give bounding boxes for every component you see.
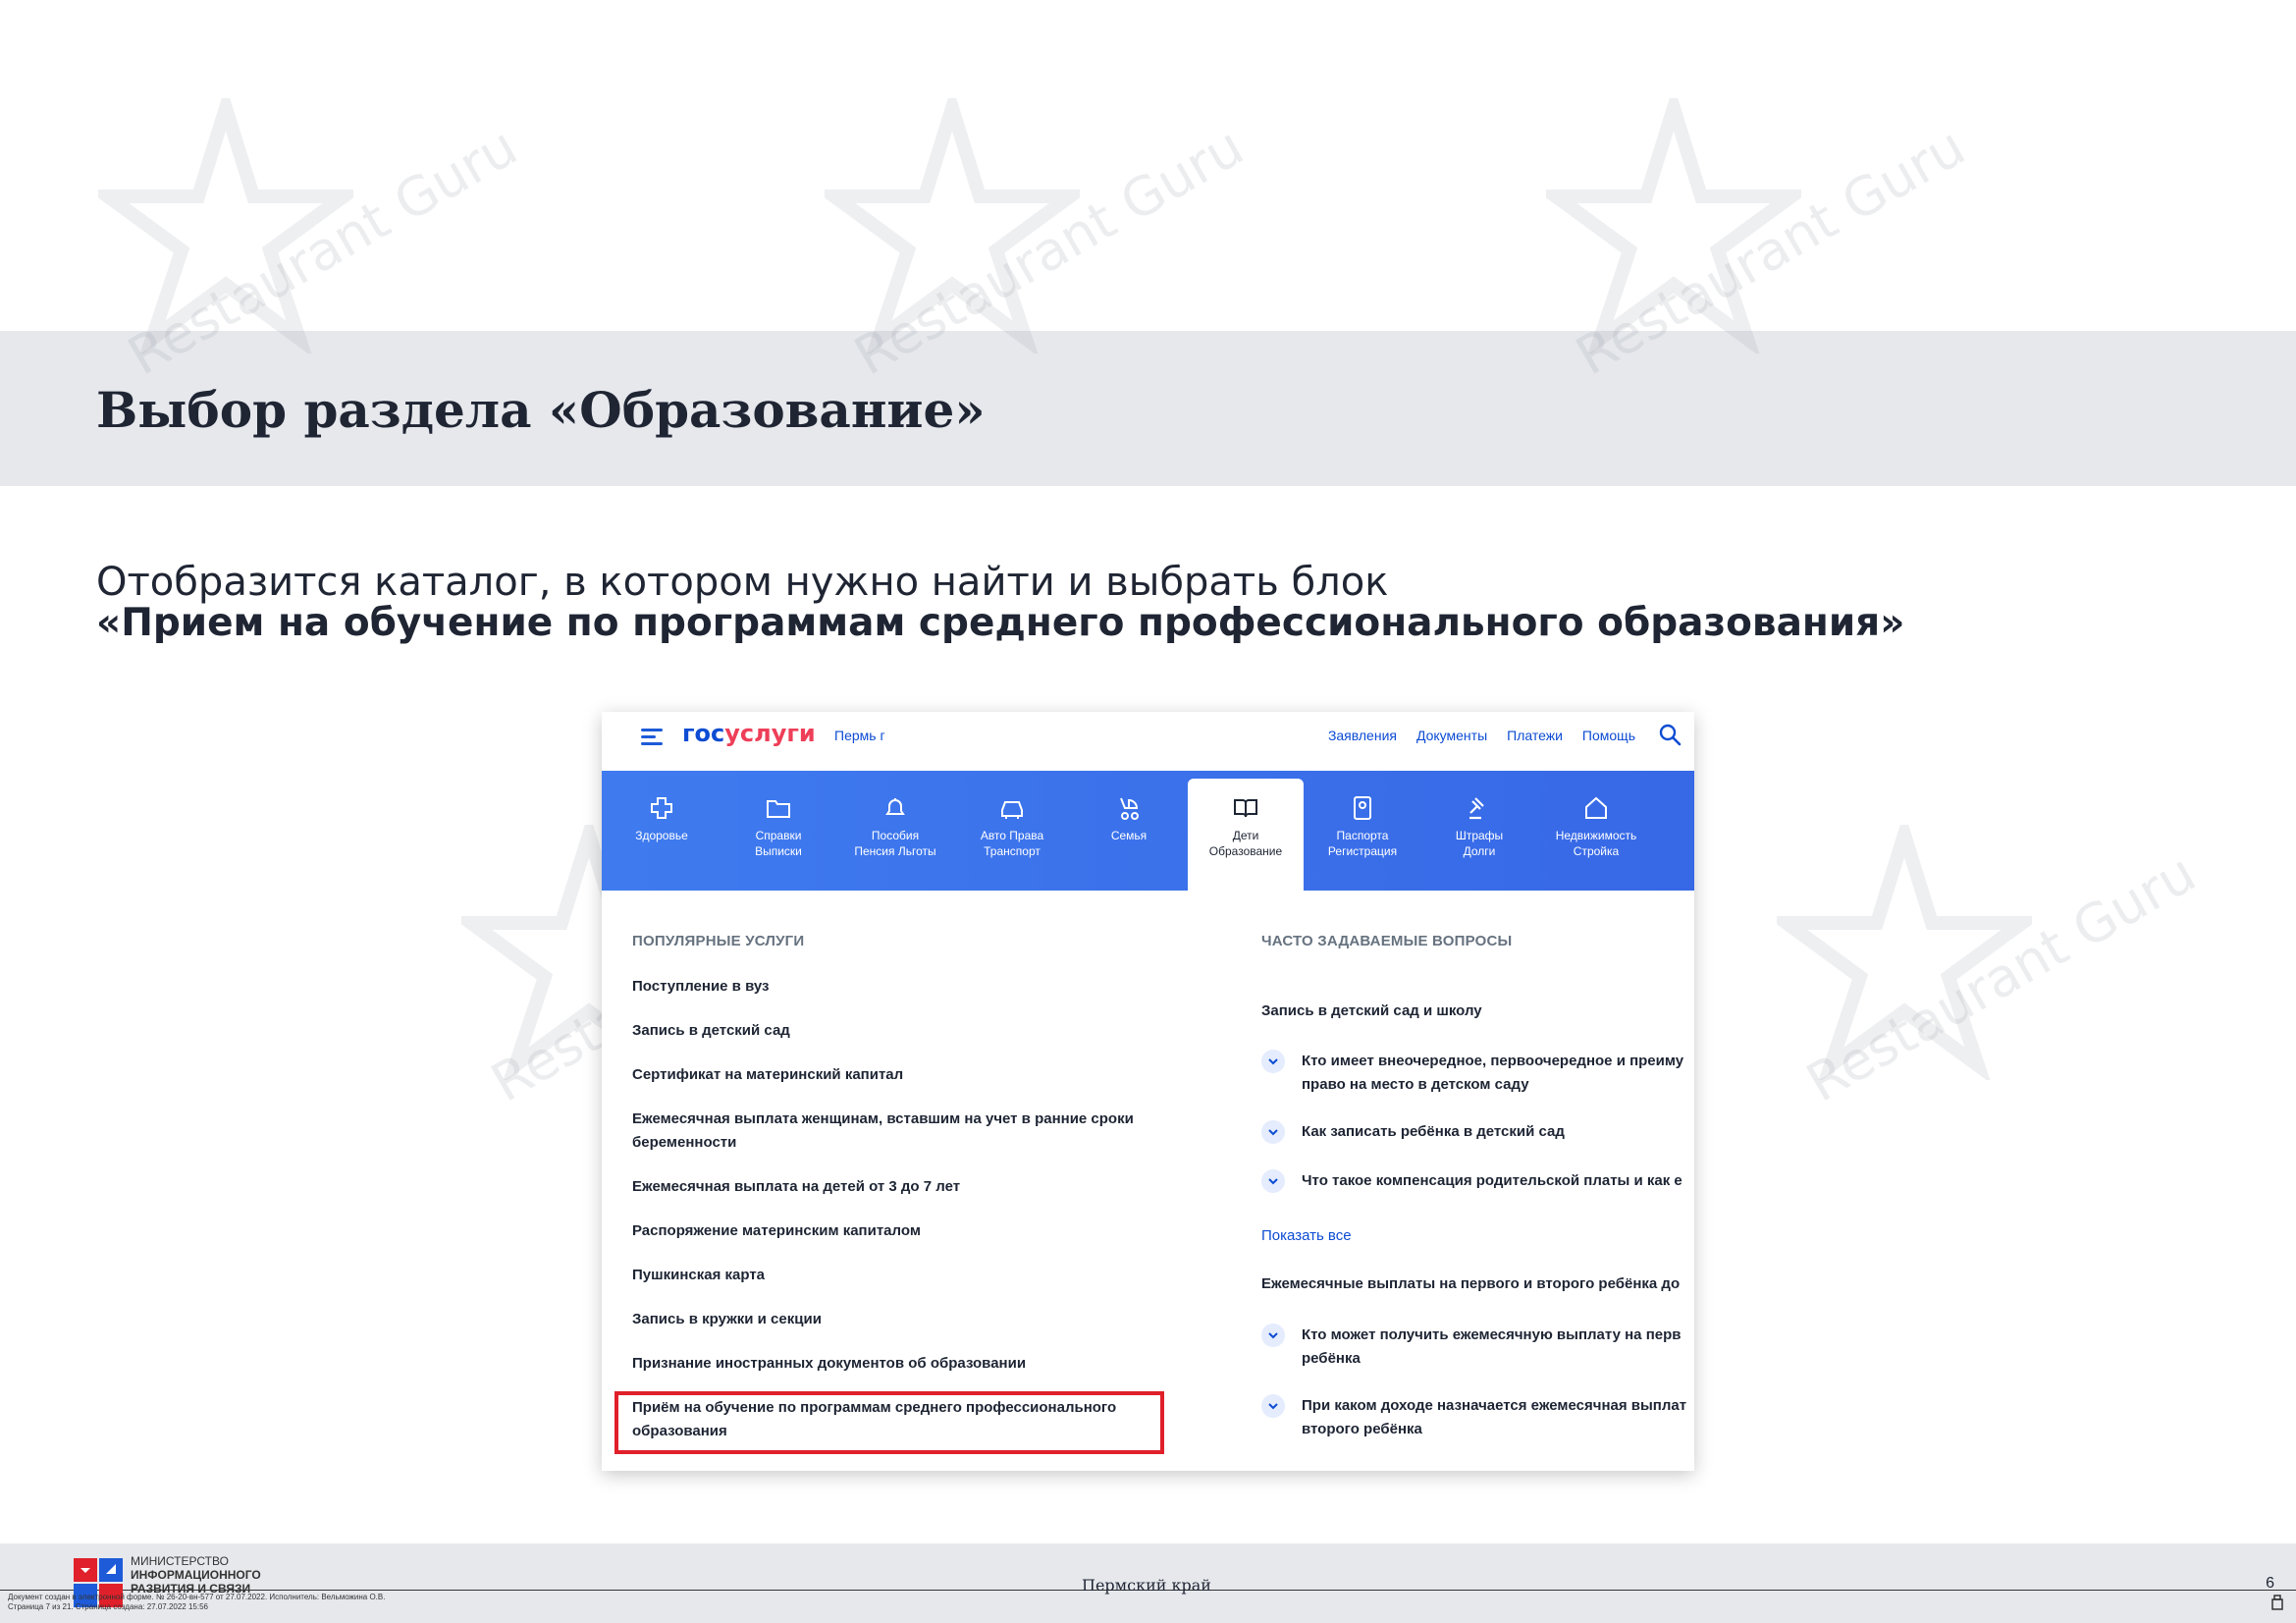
health-cross-icon (651, 797, 672, 819)
portal-logo[interactable]: госуслуги (682, 720, 816, 747)
star-fork-icon (825, 98, 1080, 353)
category-label: Справки (755, 829, 802, 842)
category-passports[interactable]: Паспорта Регистрация (1305, 771, 1420, 891)
passport-icon (1354, 796, 1371, 820)
subtitle-line-2: «Прием на обучение по программам среднег… (96, 601, 1905, 645)
popular-heading: ПОПУЛЯРНЫЕ УСЛУГИ (632, 933, 805, 949)
faq-question-text: Кто имеет внеочередное, первоочередное и… (1302, 1053, 1684, 1093)
category-label-2: Стройка (1573, 844, 1620, 858)
category-benefits[interactable]: Пособия Пенсия Льготы (837, 771, 953, 891)
category-family[interactable]: Семья (1071, 771, 1187, 891)
star-fork-icon (1546, 98, 1801, 353)
faq-group-title[interactable]: Ежемесячные выплаты на первого и второго… (1261, 1275, 1680, 1292)
category-education[interactable]: Дети Образование (1188, 779, 1304, 891)
chevron-down-icon (1261, 1169, 1285, 1193)
logo-part-2: услуги (724, 720, 816, 747)
category-fines[interactable]: Штрафы Долги (1421, 771, 1537, 891)
ministry-line-1: МИНИСТЕРСТВО (131, 1554, 229, 1568)
faq-group-title[interactable]: Запись в детский сад и школу (1261, 1002, 1482, 1019)
category-label: Паспорта (1336, 829, 1389, 842)
subtitle-line-1: Отобразится каталог, в котором нужно най… (96, 560, 1389, 605)
highlight-box (614, 1391, 1164, 1454)
service-link[interactable]: Запись в кружки и секции (632, 1308, 1162, 1331)
faq-question-text: Как записать ребёнка в детский сад (1302, 1123, 1565, 1140)
show-all-link[interactable]: Показать все (1261, 1227, 1352, 1244)
category-label-2: Долги (1463, 844, 1496, 858)
bell-icon (885, 798, 905, 815)
category-label: Авто Права (980, 829, 1044, 842)
nav-applications[interactable]: Заявления (1328, 728, 1397, 743)
service-link[interactable]: Ежемесячная выплата на детей от 3 до 7 л… (632, 1175, 1162, 1199)
ministry-line-2: ИНФОРМАЦИОННОГО (131, 1568, 261, 1582)
star-fork-icon (1777, 825, 2032, 1080)
page-number: 6 (2266, 1575, 2274, 1592)
nav-payments[interactable]: Платежи (1507, 728, 1563, 743)
service-link[interactable]: Ежемесячная выплата женщинам, вставшим н… (632, 1108, 1162, 1155)
category-auto[interactable]: Авто Права Транспорт (954, 771, 1070, 891)
nav-documents[interactable]: Документы (1416, 728, 1487, 743)
watermark-text: Restaurant Guru (1796, 841, 2207, 1114)
category-label: Пособия (871, 829, 920, 842)
category-label: Семья (1110, 829, 1148, 842)
faq-question-text: При каком доходе назначается ежемесячная… (1302, 1397, 1687, 1437)
category-health[interactable]: Здоровье (604, 771, 720, 891)
category-label-2: Транспорт (984, 844, 1041, 858)
faq-heading: ЧАСТО ЗАДАВАЕМЫЕ ВОПРОСЫ (1261, 933, 1513, 949)
chevron-down-icon (1261, 1120, 1285, 1144)
house-icon (1585, 796, 1607, 819)
region-selector[interactable]: Пермь г (834, 728, 885, 743)
category-label: Штрафы (1455, 829, 1504, 842)
ministry-name: МИНИСТЕРСТВО ИНФОРМАЦИОННОГО РАЗВИТИЯ И … (131, 1554, 261, 1596)
folder-icon (767, 800, 790, 818)
watermark: Restaurant Guru (1777, 825, 2287, 1237)
category-label-2: Пенсия Льготы (854, 844, 936, 858)
service-link[interactable]: Признание иностранных документов об обра… (632, 1352, 1162, 1376)
logo-part-1: гос (682, 720, 725, 747)
top-nav: Заявления Документы Платежи Помощь (1328, 728, 1635, 743)
nav-help[interactable]: Помощь (1582, 728, 1635, 743)
category-label-2: Выписки (755, 844, 802, 858)
chevron-down-icon (1261, 1394, 1285, 1418)
category-label: Здоровье (635, 829, 688, 842)
car-icon (1001, 801, 1023, 819)
menu-icon[interactable] (641, 729, 663, 746)
star-fork-icon (98, 98, 353, 353)
gavel-icon (1469, 797, 1484, 820)
stroller-icon (1120, 797, 1139, 820)
category-label: Дети (1232, 829, 1259, 842)
service-link[interactable]: Поступление в вуз (632, 975, 1162, 999)
portal-screenshot: госуслуги Пермь г Заявления Документы Пл… (602, 712, 1694, 1471)
document-note-line-2: Страница 7 из 21. Страница создана: 27.0… (8, 1602, 208, 1611)
footer-region: Пермский край (1082, 1576, 1211, 1595)
portal-header: госуслуги Пермь г Заявления Документы Пл… (602, 712, 1694, 771)
chevron-down-icon (1261, 1050, 1285, 1073)
category-bar: Здоровье Справки Выписки Пособия Пенсия … (602, 771, 1694, 891)
category-label-2: Регистрация (1327, 844, 1398, 858)
document-note-line-1: Документ создан в электронной форме. № 2… (8, 1593, 386, 1601)
category-realty[interactable]: Недвижимость Стройка (1538, 771, 1654, 891)
category-certificates[interactable]: Справки Выписки (721, 771, 836, 891)
service-link[interactable]: Сертификат на материнский капитал (632, 1063, 1162, 1087)
faq-question-text: Кто может получить ежемесячную выплату н… (1302, 1326, 1682, 1367)
service-link[interactable]: Распоряжение материнским капиталом (632, 1219, 1162, 1243)
service-link[interactable]: Пушкинская карта (632, 1264, 1162, 1287)
search-icon[interactable] (1657, 722, 1682, 747)
document-note: Документ создан в электронной форме. № 2… (8, 1593, 385, 1612)
slide-title: Выбор раздела «Образование» (96, 381, 986, 439)
printer-icon (2271, 1595, 2283, 1610)
category-label-2: Образование (1208, 844, 1283, 858)
service-link[interactable]: Запись в детский сад (632, 1019, 1162, 1043)
chevron-down-icon (1261, 1324, 1285, 1347)
category-label: Недвижимость (1555, 829, 1637, 842)
book-icon (1234, 799, 1257, 818)
faq-question-text: Что такое компенсация родительской платы… (1302, 1172, 1682, 1189)
